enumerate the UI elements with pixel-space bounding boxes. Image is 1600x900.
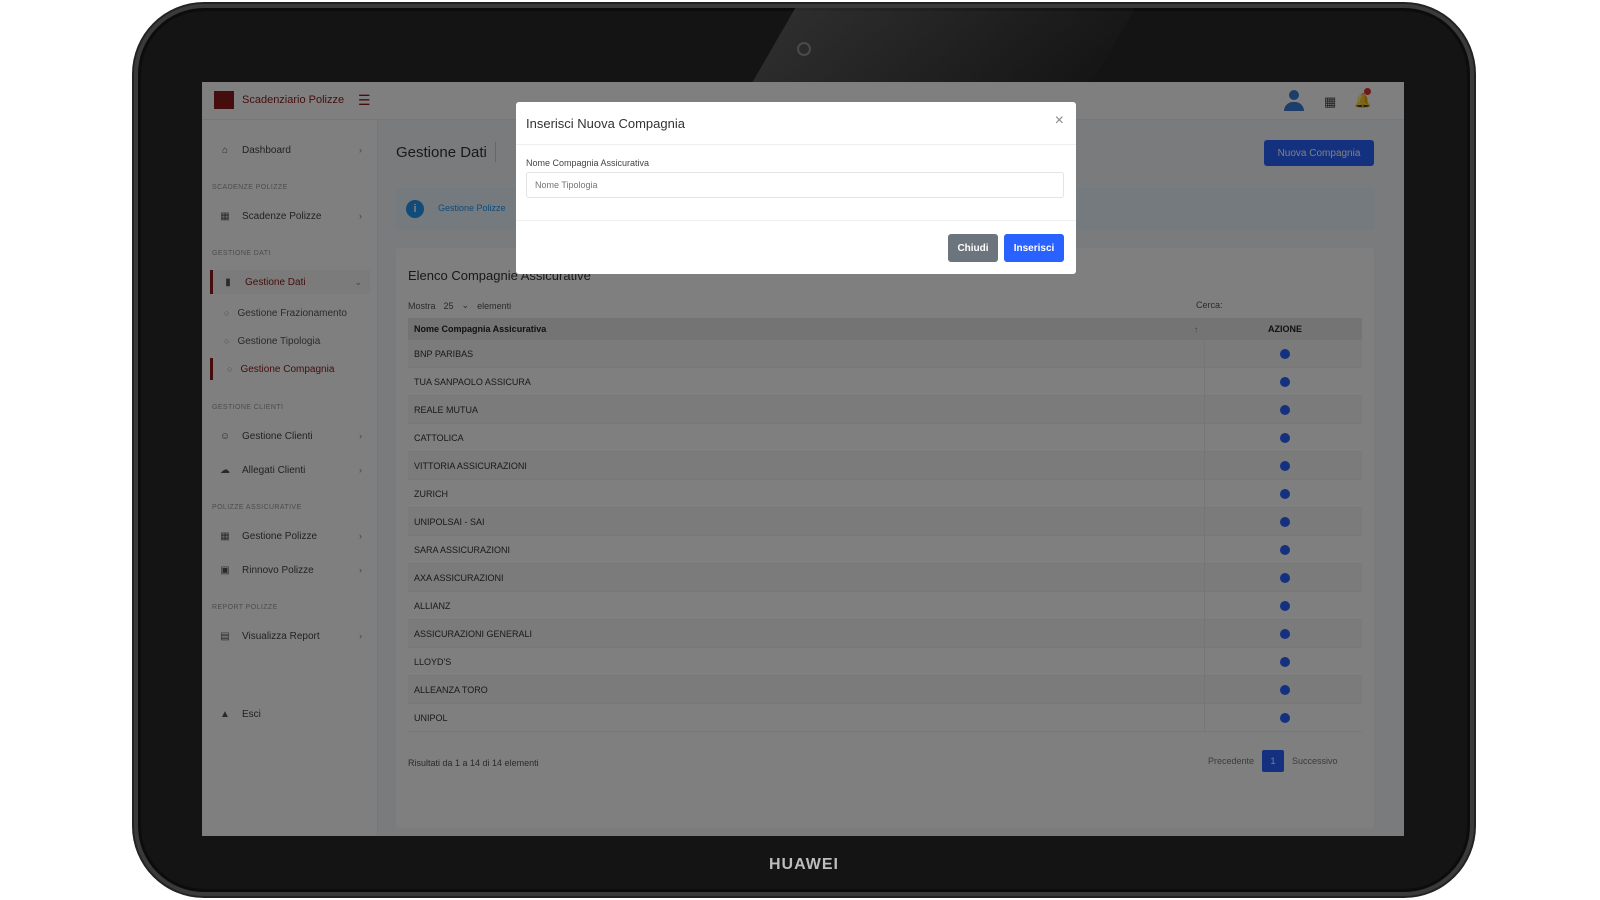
close-button[interactable]: Chiudi: [948, 234, 998, 262]
company-name-label: Nome Compagnia Assicurativa: [526, 158, 650, 168]
company-name-input[interactable]: [526, 172, 1064, 198]
device-brand-label: HUAWEI: [769, 856, 839, 873]
modal-divider: [516, 144, 1076, 145]
modal-title: Inserisci Nuova Compagnia: [526, 116, 685, 131]
side-button: [1470, 298, 1474, 352]
insert-button[interactable]: Inserisci: [1004, 234, 1064, 262]
side-button: [1470, 146, 1474, 242]
modal-divider: [516, 220, 1076, 221]
screen: Scadenziario Polizze ☰ ▦ 🔔 ⌂ Dashboard ›…: [202, 82, 1404, 836]
new-company-modal: Inserisci Nuova Compagnia × Nome Compagn…: [516, 102, 1076, 274]
close-icon[interactable]: ×: [1055, 112, 1064, 130]
camera: [797, 42, 811, 56]
tablet-frame: Scadenziario Polizze ☰ ▦ 🔔 ⌂ Dashboard ›…: [134, 4, 1474, 896]
